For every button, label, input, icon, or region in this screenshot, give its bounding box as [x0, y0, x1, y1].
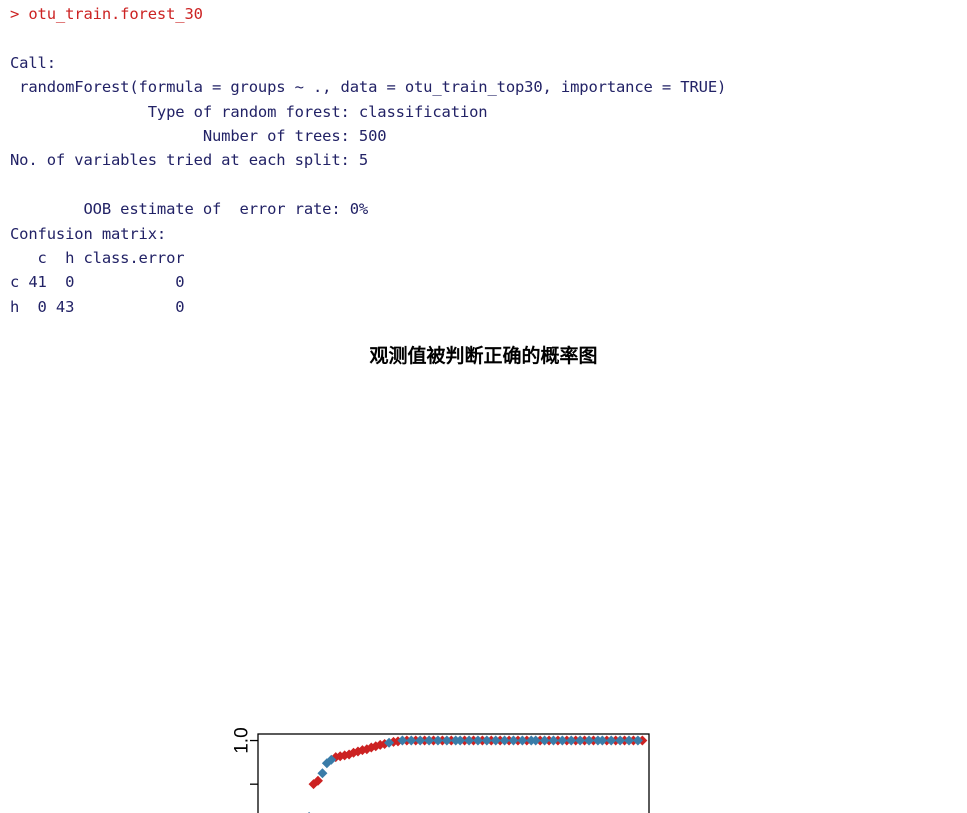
- console-line: randomForest(formula = groups ~ ., data …: [10, 78, 727, 97]
- console-line: No. of variables tried at each split: 5: [10, 151, 369, 170]
- console-line: Type of random forest: classification: [10, 102, 488, 121]
- console-line: Call:: [10, 53, 56, 72]
- console-line: h 0 43 0: [10, 297, 185, 316]
- console-line: Confusion matrix:: [10, 224, 167, 243]
- console-line: Number of trees: 500: [10, 126, 387, 145]
- y-tick-label: 1.0: [232, 727, 253, 753]
- plot-frame: [257, 733, 650, 813]
- scatter-plot: 0204060800.40.60.81.0Indexx: [232, 727, 650, 813]
- console-line: OOB estimate of error rate: 0%: [10, 200, 369, 219]
- console-line: c 41 0 0: [10, 273, 185, 292]
- console-line: > otu_train.forest_30: [10, 5, 203, 23]
- plot-region: 观测值被判断正确的概率图 0204060800.40.60.81.0Indexx: [0, 330, 967, 813]
- r-console-output: > otu_train.forest_30 Call: randomForest…: [10, 2, 960, 319]
- console-line: c h class.error: [10, 248, 185, 267]
